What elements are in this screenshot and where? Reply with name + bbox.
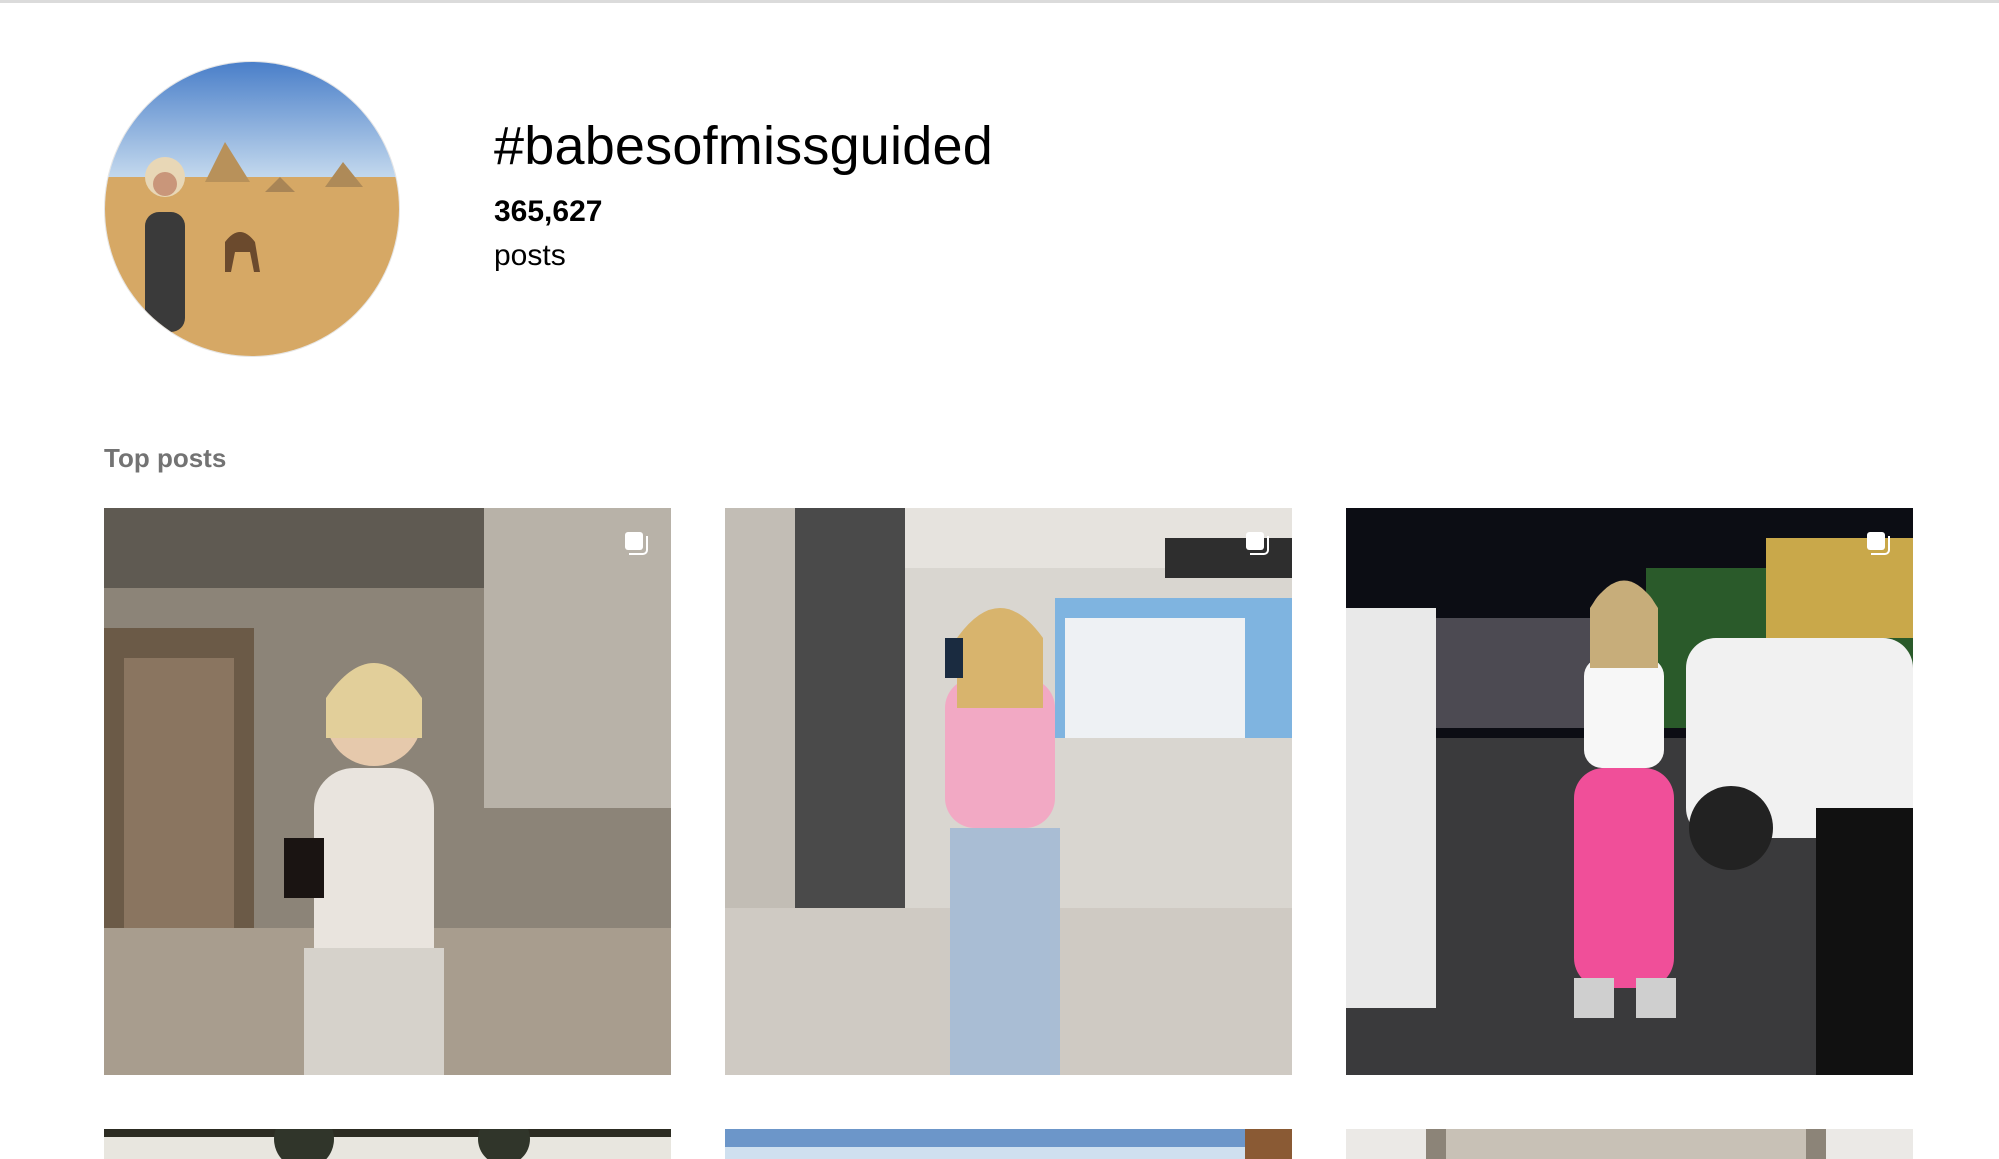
hashtag-info: #babesofmissguided 365,627 posts — [494, 116, 993, 274]
carousel-icon — [1242, 528, 1272, 558]
post-count: 365,627 — [494, 195, 603, 229]
carousel-icon — [621, 528, 651, 558]
hashtag-header: #babesofmissguided 365,627 posts — [104, 61, 1904, 361]
post-image — [725, 508, 1292, 1075]
top-posts-title: Top posts — [104, 443, 227, 473]
post-tile[interactable] — [1346, 508, 1913, 1075]
post-tile[interactable] — [1346, 1129, 1913, 1159]
post-image — [725, 1129, 1292, 1159]
hashtag-avatar — [104, 61, 400, 357]
post-tile[interactable] — [104, 1129, 671, 1159]
hashtag-title: #babesofmissguided — [494, 116, 993, 176]
post-image — [1346, 508, 1913, 1075]
post-image — [1346, 1129, 1913, 1159]
carousel-icon — [1863, 528, 1893, 558]
post-tile[interactable] — [725, 508, 1292, 1075]
post-tile[interactable] — [725, 1129, 1292, 1159]
post-tile[interactable] — [104, 508, 671, 1075]
top-border — [0, 0, 1999, 3]
post-image — [104, 1129, 671, 1159]
post-image — [104, 508, 671, 1075]
post-count-label: posts — [494, 239, 566, 273]
